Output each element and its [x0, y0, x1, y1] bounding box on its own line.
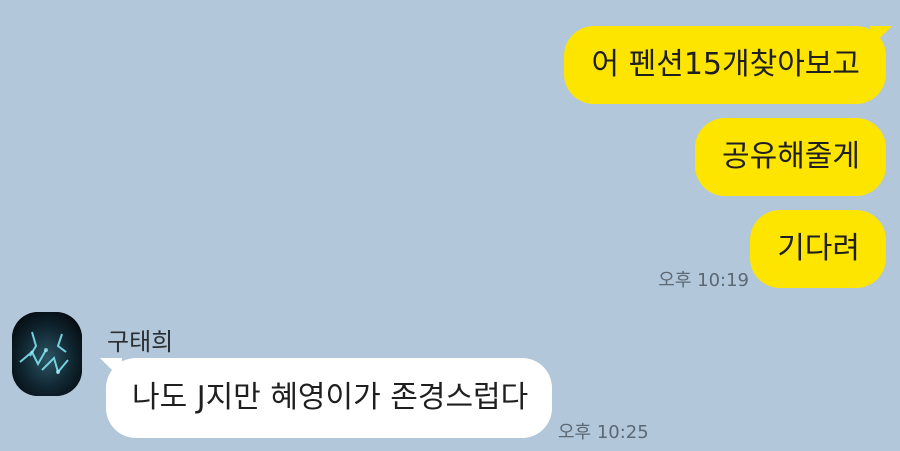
message-text: 어 펜션15개찾아보고: [591, 47, 860, 82]
sender-name: 구태희: [107, 328, 174, 356]
message-timestamp: 오후 10:25: [558, 422, 649, 443]
outgoing-message[interactable]: 어 펜션15개찾아보고: [564, 26, 886, 104]
outgoing-message[interactable]: 공유해줄게: [695, 118, 886, 196]
profile-image-icon: [12, 312, 82, 396]
avatar[interactable]: [12, 312, 82, 396]
outgoing-message[interactable]: 기다려: [750, 210, 886, 288]
chat-area: 어 펜션15개찾아보고 공유해줄게 기다려 오후 10:19 구태희 나도 J지…: [0, 0, 900, 451]
incoming-message[interactable]: 나도 J지만 혜영이가 존경스럽다: [106, 358, 553, 438]
message-text: 기다려: [777, 231, 860, 266]
message-timestamp: 오후 10:19: [658, 270, 749, 291]
message-text: 공유해줄게: [722, 139, 860, 174]
message-text: 나도 J지만 혜영이가 존경스럽다: [132, 380, 529, 415]
